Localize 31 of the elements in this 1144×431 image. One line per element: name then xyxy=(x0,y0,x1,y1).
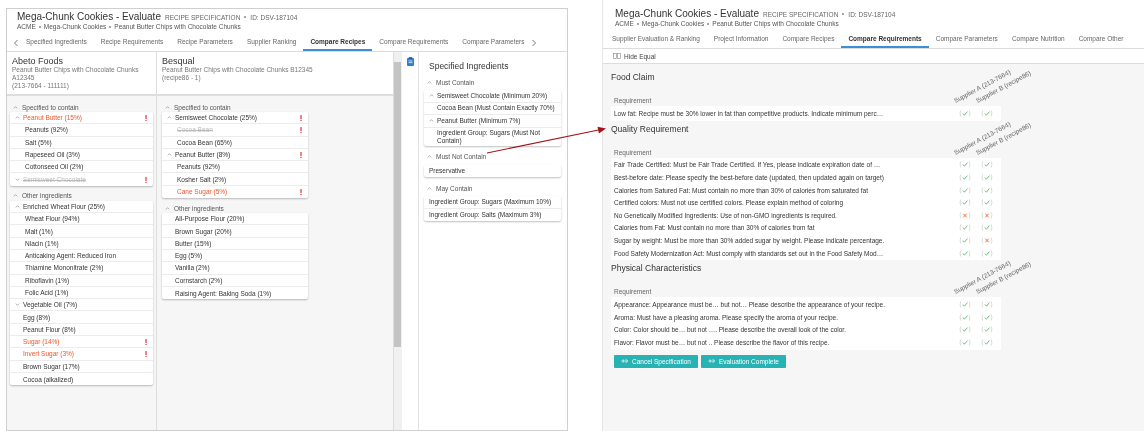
supplier-name: Besqual xyxy=(162,56,196,66)
panel-title: Specified Ingredients xyxy=(429,61,510,71)
chevron-left-icon[interactable] xyxy=(13,38,19,47)
chevron-icon[interactable] xyxy=(15,203,20,209)
arrow-icon xyxy=(707,358,715,365)
clipboard-icon[interactable] xyxy=(406,57,414,66)
chevron-right-icon[interactable] xyxy=(531,38,538,47)
chevron-icon[interactable] xyxy=(15,115,20,121)
section-title: Physical Characteristics xyxy=(611,263,702,274)
chevron-icon[interactable] xyxy=(427,79,432,85)
section-title: Quality Requirement xyxy=(611,123,689,134)
chevron-icon[interactable] xyxy=(167,115,172,121)
chevron-icon[interactable] xyxy=(429,118,434,124)
chevron-icon[interactable] xyxy=(429,93,434,99)
chevron-icon[interactable] xyxy=(15,302,20,308)
chevron-icon[interactable] xyxy=(167,152,172,158)
scrollbar-thumb[interactable] xyxy=(394,62,401,347)
chevron-icon[interactable] xyxy=(427,154,432,159)
chevron-icon[interactable] xyxy=(427,185,432,191)
supplier-name: Abeto Foods xyxy=(12,56,65,66)
chevron-icon[interactable] xyxy=(13,104,18,110)
page-title: Mega-Chunk Cookies - Evaluate xyxy=(17,11,161,22)
section-title: Food Claim xyxy=(611,72,655,82)
chevron-icon[interactable] xyxy=(13,193,18,199)
page-title: Mega-Chunk Cookies - Evaluate xyxy=(615,8,759,19)
scrollbar[interactable] xyxy=(394,52,402,430)
chevron-icon[interactable] xyxy=(165,104,170,110)
chevron-icon[interactable] xyxy=(165,205,170,211)
chevron-icon[interactable] xyxy=(15,177,20,183)
columns-icon xyxy=(613,53,621,59)
arrow-icon xyxy=(621,358,628,365)
